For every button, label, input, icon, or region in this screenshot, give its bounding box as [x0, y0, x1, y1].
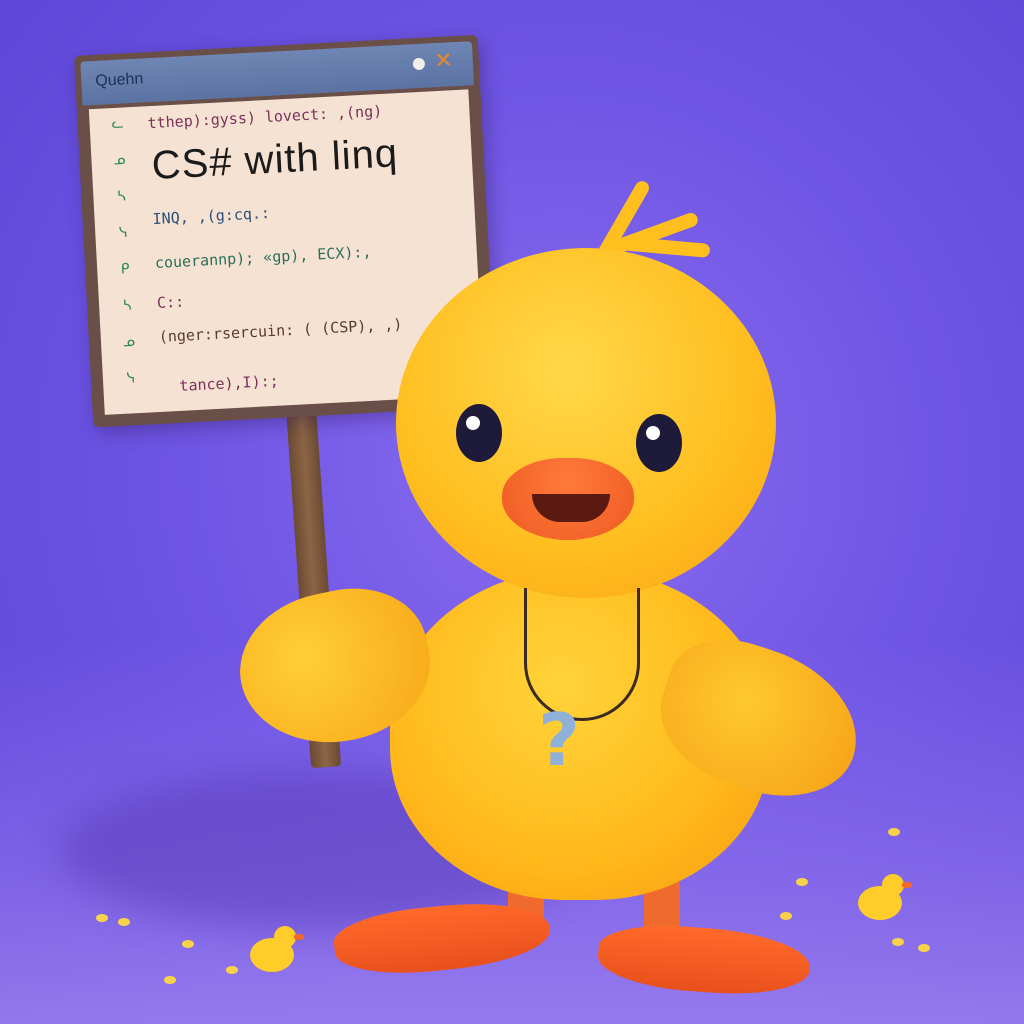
crumb	[796, 878, 808, 886]
crumb	[892, 938, 904, 946]
crumb	[96, 914, 108, 922]
duck-eye-right	[636, 414, 682, 472]
code-line: C::	[156, 292, 185, 312]
crumb	[164, 976, 176, 984]
small-chick	[250, 926, 304, 972]
code-line: tthep):gyss) lovect: ,(ng)	[147, 101, 383, 133]
crumb	[226, 966, 238, 974]
code-line: tance),I):;	[178, 371, 280, 395]
sign-heading: CS# with linq	[150, 131, 400, 189]
close-icon: ✕	[433, 48, 454, 75]
duck-head	[396, 248, 776, 598]
crumb	[780, 912, 792, 920]
scene: Quehn ✕ ᓚ ᓄ ᓴ ᓭ ᑭ ᓴ ᓄ ᓭ tthep):gyss) lov…	[0, 0, 1024, 1024]
window-dot-icon	[412, 57, 426, 71]
small-chick	[858, 874, 912, 920]
code-line: (nger:rsercuin: ( (CSP), ,)	[158, 315, 403, 346]
code-line: couerannp); «gp), ECX):,	[154, 242, 372, 273]
sign-window-title: Quehn	[94, 70, 144, 90]
crumb	[182, 940, 194, 948]
question-mark-pendant-icon: ?	[538, 698, 580, 782]
code-line: INQ, ,(g:cq.:	[152, 203, 271, 229]
duck-eye-left	[456, 404, 502, 462]
crumb	[918, 944, 930, 952]
crumb	[118, 918, 130, 926]
crumb	[888, 828, 900, 836]
